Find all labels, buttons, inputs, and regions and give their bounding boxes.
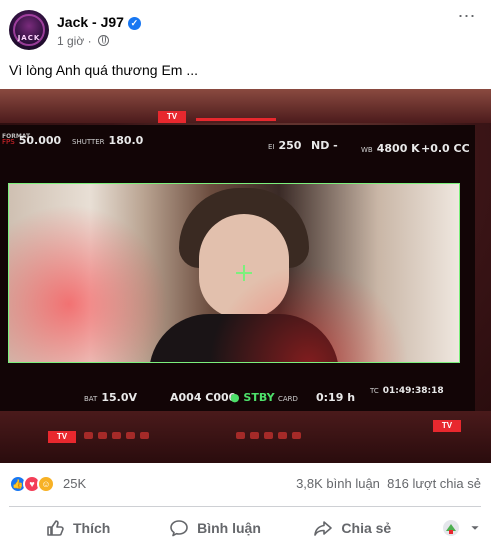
thumbs-up-icon	[47, 520, 64, 536]
red-light-flare	[9, 204, 169, 362]
hud-cc: +0.0 CC	[421, 142, 470, 155]
like-label: Thích	[72, 520, 111, 536]
monitor-button	[140, 432, 149, 439]
post-meta: 1 giờ ·	[57, 34, 109, 48]
comment-icon	[170, 520, 188, 537]
monitor-button	[112, 432, 121, 439]
reactions-count[interactable]: 25K	[63, 476, 86, 491]
comment-button[interactable]: Bình luận	[146, 512, 283, 544]
chevron-down-icon	[471, 526, 479, 530]
tv-label-left: TV	[48, 431, 76, 443]
monitor-button	[126, 432, 135, 439]
hud-tc: TC 01:49:38:18	[370, 386, 444, 396]
hud-stby: ● STBY	[230, 391, 275, 404]
monitor-button	[84, 432, 93, 439]
hud-fps-label: FPS	[2, 138, 15, 146]
hud-ei-label: EI	[268, 143, 275, 151]
hud-shutter: SHUTTER 180.0	[72, 134, 143, 147]
monitor-buttons-right	[236, 432, 301, 439]
post-stats: 👍 ♥ ☺ 25K 3,8K bình luận 816 lượt chia s…	[9, 473, 481, 495]
monitor-button	[264, 432, 273, 439]
post-time[interactable]: 1 giờ	[57, 34, 84, 48]
hud-bat-value: 15.0V	[101, 391, 137, 404]
monitor-button	[250, 432, 259, 439]
comments-count[interactable]: 3,8K bình luận	[296, 476, 380, 491]
monitor-button	[292, 432, 301, 439]
monitor-button	[236, 432, 245, 439]
hud-shutter-value: 180.0	[108, 134, 144, 147]
hud-wb: WB 4800 K	[361, 142, 420, 155]
comments-shares: 3,8K bình luận 816 lượt chia sẻ	[296, 476, 481, 491]
like-button[interactable]: Thích	[9, 512, 146, 544]
avatar-text: JACK	[17, 34, 41, 42]
hud-fps: FPS 50.000	[2, 134, 61, 147]
hud-tc-label: TC	[370, 387, 379, 395]
hud-clip: A004 C000	[170, 391, 237, 404]
monitor-buttons-left	[84, 432, 149, 439]
hud-card: CARD	[278, 391, 302, 404]
post-photo[interactable]: TV FORMAT FPS 50.000 SHUTTER 180.0 EI 250 N…	[0, 89, 491, 463]
care-reaction-icon: ☺	[37, 475, 55, 493]
hud-fps-value: 50.000	[18, 134, 62, 147]
tv-label-top: TV	[158, 111, 186, 123]
monitor-button	[98, 432, 107, 439]
monitor-frame-guide	[8, 183, 460, 363]
hud-shutter-label: SHUTTER	[72, 138, 105, 146]
facebook-post: JACK Jack - J97 ✓ 1 giờ · ⋯ Vì lòng Anh q…	[0, 0, 491, 552]
tv-label-right: TV	[433, 420, 461, 432]
reactions-summary[interactable]: 👍 ♥ ☺	[9, 475, 69, 493]
reaction-audience-selector[interactable]	[421, 512, 481, 544]
hud-tc-value: 01:49:38:18	[382, 386, 444, 396]
hud-ei: EI 250	[268, 139, 301, 152]
monitor-button	[278, 432, 287, 439]
hud-bat-label: BAT	[84, 395, 98, 403]
hud-ei-value: 250	[278, 139, 302, 152]
monitor-screen: FORMAT FPS 50.000 SHUTTER 180.0 EI 250 ND -…	[0, 125, 475, 411]
author-name-text[interactable]: Jack - J97	[57, 14, 124, 30]
hud-nd: ND -	[311, 139, 338, 152]
post-header: JACK Jack - J97 ✓ 1 giờ · ⋯	[9, 7, 481, 54]
camera-monitor-image: TV FORMAT FPS 50.000 SHUTTER 180.0 EI 250 N…	[0, 89, 491, 463]
share-icon	[314, 521, 333, 536]
hud-bat: BAT 15.0V	[84, 391, 137, 404]
comment-label: Bình luận	[197, 520, 261, 536]
shares-count[interactable]: 816 lượt chia sẻ	[387, 476, 481, 491]
public-globe-icon	[97, 35, 109, 46]
hud-card-label: CARD	[278, 395, 298, 403]
more-options-icon[interactable]: ⋯	[453, 7, 481, 30]
verified-badge-icon: ✓	[127, 17, 141, 30]
post-caption: Vì lòng Anh quá thương Em ...	[9, 62, 198, 78]
hud-card-value: 0:19 h	[316, 391, 356, 404]
center-crosshair-icon	[236, 265, 252, 281]
profile-avatar-icon	[442, 520, 459, 536]
share-button[interactable]: Chia sẻ	[284, 512, 421, 544]
share-label: Chia sẻ	[341, 520, 392, 536]
hud-wb-value: 4800 K	[376, 142, 420, 155]
monitor-red-bar	[196, 118, 276, 121]
post-actions: Thích Bình luận Chia sẻ	[9, 512, 481, 544]
avatar[interactable]: JACK	[9, 10, 49, 50]
hud-wb-label: WB	[361, 146, 373, 154]
actions-divider	[9, 506, 481, 507]
author-name[interactable]: Jack - J97 ✓	[57, 14, 141, 30]
